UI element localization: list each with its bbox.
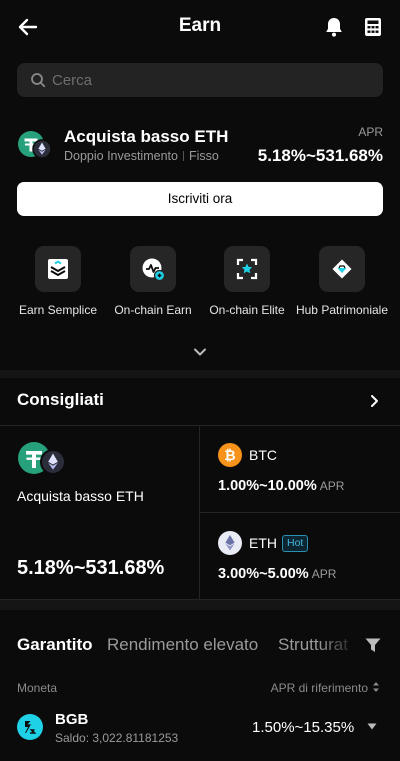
search-icon [31,73,46,88]
shortcut-earn-semplice[interactable]: Earn Semplice [11,246,105,318]
hot-badge: Hot [282,535,309,552]
shortcut-label: Hub Patrimoniale [295,303,389,317]
tabs-fade-overlay [318,628,358,658]
chevron-down-icon[interactable] [193,347,207,357]
promo-apr-label: APR [358,125,383,139]
tile-box [130,246,176,292]
coin-apr: 3.00%~5.00% APR [218,566,336,582]
calculator-icon[interactable] [361,15,385,39]
apr-value: 3.00%~5.00% [218,566,309,582]
tab-garantito[interactable]: Garantito [17,635,93,655]
caret-down-icon[interactable] [367,723,377,730]
promo-term: Fisso [188,149,219,163]
tile-box [319,246,365,292]
featured-title: Acquista basso ETH [17,488,144,504]
bitcoin-icon: ₿ [218,443,242,467]
promo-subtitle: Doppio Investimento Fisso [64,149,219,163]
shortcut-label: Earn Semplice [18,303,98,317]
coin-name: BGB [55,711,89,728]
bell-icon[interactable] [322,15,346,39]
divider [182,151,184,161]
ethereum-icon [218,531,242,555]
onchain-elite-icon [236,258,258,280]
bgb-coin-icon [17,714,43,740]
subscribe-button[interactable]: Iscriviti ora [17,182,383,216]
shortcut-onchain-earn[interactable]: On-chain Earn [106,246,200,318]
column-header-apr[interactable]: APR di riferimento [271,681,368,695]
coin-name: BTC [249,447,277,463]
tile-box [35,246,81,292]
chevron-right-icon[interactable] [369,394,379,408]
coin-name: ETH [249,535,277,551]
apr-value: 1.00%~10.00% [218,478,317,494]
recommended-title: Consigliati [17,390,104,409]
search-placeholder: Cerca [52,72,93,89]
column-header-coin: Moneta [17,681,58,695]
section-divider [0,600,400,610]
apr-unit: APR [319,479,345,493]
filter-icon[interactable] [365,638,381,653]
svg-text:₿: ₿ [224,448,235,464]
apr-unit: APR [311,567,337,581]
divider [200,512,400,513]
promo-title: Acquista basso ETH [64,127,229,146]
tab-rendimento-elevato[interactable]: Rendimento elevato [107,635,258,655]
onchain-earn-icon [142,258,165,281]
coin-apr: 1.00%~10.00% APR [218,478,344,494]
coin-balance: Saldo: 3,022.81181253 [55,731,179,745]
divider [0,425,400,426]
tether-eth-icon [18,442,66,475]
shortcut-label: On-chain Elite [209,303,285,317]
simple-earn-icon [48,259,68,279]
featured-apr: 5.18%~531.68% [17,557,165,579]
shortcut-label: On-chain Earn [114,303,192,317]
coin-apr: 1.50%~15.35% [252,719,355,736]
promo-product: Doppio Investimento [64,149,178,163]
shortcut-onchain-elite[interactable]: On-chain Elite [200,246,294,318]
top-bar: Earn [0,0,400,54]
tile-box [224,246,270,292]
promo-apr: 5.18%~531.68% [257,146,383,165]
tether-eth-icon [18,131,52,159]
search-input[interactable]: Cerca [17,63,383,97]
sort-icon[interactable] [372,681,380,693]
wealth-hub-icon [332,259,352,279]
section-divider [0,370,400,378]
shortcut-hub-patrimoniale[interactable]: Hub Patrimoniale [295,246,389,318]
